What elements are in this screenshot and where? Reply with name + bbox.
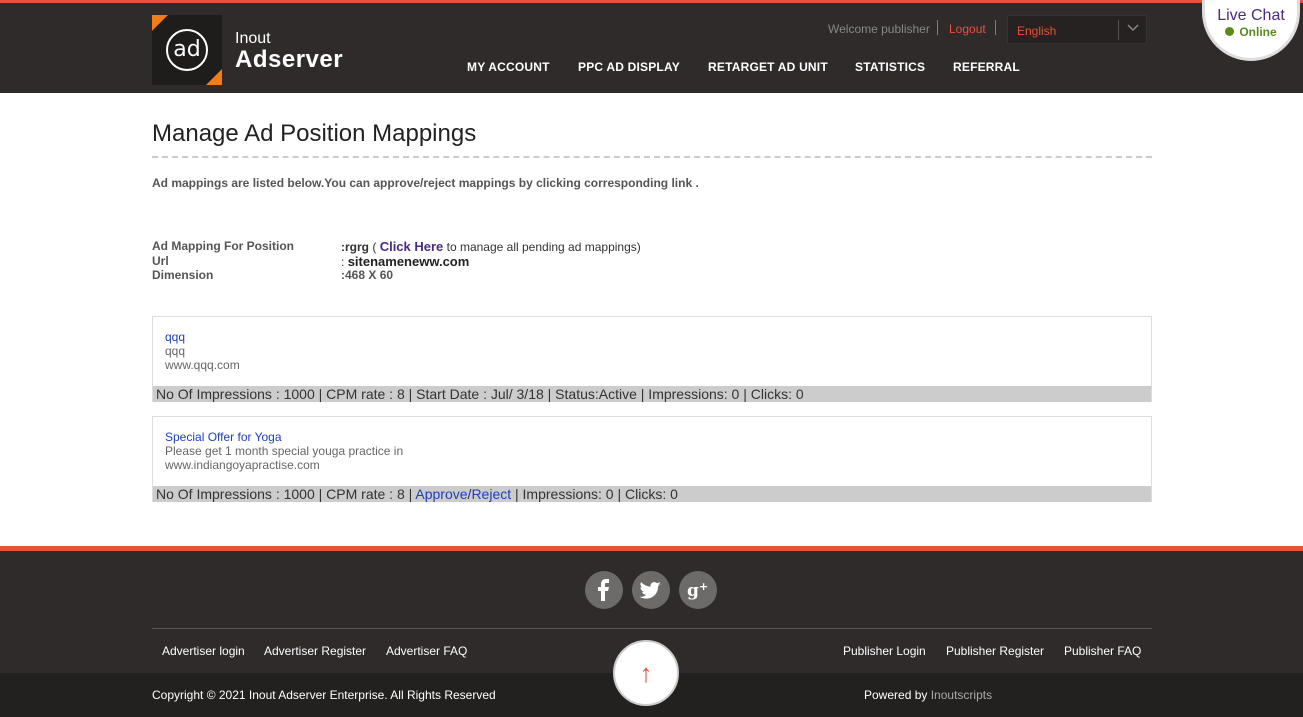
- nav-statistics[interactable]: STATISTICS: [855, 60, 925, 74]
- dimension-label: Dimension: [152, 268, 214, 282]
- header-separator: [937, 20, 938, 35]
- ad-stats-text: No Of Impressions : 1000 | CPM rate : 8 …: [156, 486, 416, 502]
- live-chat-title: Live Chat: [1217, 7, 1285, 24]
- google-plus-icon[interactable]: g +: [679, 571, 717, 609]
- powered-by-brand-link[interactable]: Inoutscripts: [931, 688, 992, 702]
- footer-link-publisher-faq[interactable]: Publisher FAQ: [1064, 644, 1141, 658]
- title-divider: [152, 156, 1152, 158]
- ad-stats-text: No Of Impressions : 1000 | CPM rate : 8 …: [156, 386, 804, 402]
- paren-open: (: [372, 240, 377, 254]
- footer-link-publisher-login[interactable]: Publisher Login: [843, 644, 926, 658]
- footer-link-advertiser-register[interactable]: Advertiser Register: [264, 644, 366, 658]
- approve-link[interactable]: Approve: [415, 486, 467, 502]
- facebook-icon[interactable]: [585, 571, 623, 609]
- nav-my-account[interactable]: MY ACCOUNT: [467, 60, 550, 74]
- click-here-suffix: to manage all pending ad mappings): [446, 240, 641, 254]
- url-label: Url: [152, 254, 169, 268]
- ad-stats-bar: No Of Impressions : 1000 | CPM rate : 8 …: [153, 486, 1151, 502]
- live-chat-status: Online: [1205, 25, 1297, 39]
- copyright-text: Copyright © 2021 Inout Adserver Enterpri…: [152, 688, 496, 702]
- logo-corner-bottom: [206, 69, 222, 85]
- ad-card: qqq qqq www.qqq.com No Of Impressions : …: [152, 316, 1152, 402]
- welcome-text: Welcome publisher: [828, 22, 930, 36]
- nav-retarget-ad-unit[interactable]: RETARGET AD UNIT: [708, 60, 828, 74]
- intro-text: Ad mappings are listed below.You can app…: [152, 176, 699, 190]
- language-divider: [1118, 20, 1119, 40]
- ad-stats-bar: No Of Impressions : 1000 | CPM rate : 8 …: [153, 386, 1151, 402]
- language-select[interactable]: English: [1007, 15, 1147, 44]
- nav-ppc-ad-display[interactable]: PPC AD DISPLAY: [578, 60, 680, 74]
- footer-link-advertiser-faq[interactable]: Advertiser FAQ: [386, 644, 467, 658]
- footer-link-advertiser-login[interactable]: Advertiser login: [162, 644, 245, 658]
- ad-stats-suffix: | Impressions: 0 | Clicks: 0: [511, 486, 678, 502]
- footer-divider: [152, 628, 1152, 629]
- ad-display-url: www.indiangoyapractise.com: [165, 458, 320, 472]
- url-value: sitenameneww.com: [347, 254, 470, 269]
- position-value: :rgrg: [341, 240, 369, 254]
- position-label: Ad Mapping For Position: [152, 239, 294, 253]
- click-here-link[interactable]: Click Here: [380, 239, 444, 254]
- dimension-value: :468 X 60: [341, 268, 394, 282]
- twitter-icon[interactable]: [632, 571, 670, 609]
- ad-description: Please get 1 month special youga practic…: [165, 444, 404, 458]
- svg-text:+: +: [699, 580, 708, 593]
- logo-corner-top: [152, 15, 168, 31]
- logo-text[interactable]: Inout Adserver: [235, 31, 343, 73]
- logo[interactable]: ad: [152, 15, 222, 85]
- powered-by-label: Powered by: [864, 688, 928, 702]
- header: ad Inout Adserver Welcome publisher Logo…: [0, 0, 1303, 93]
- url-value-line: : sitenameneww.com: [341, 254, 469, 269]
- language-value: English: [1017, 24, 1057, 38]
- ad-description: qqq: [165, 344, 186, 358]
- powered-by-text: Powered by Inoutscripts: [864, 688, 992, 702]
- online-dot-icon: [1225, 27, 1235, 36]
- header-separator: [995, 20, 996, 35]
- live-chat-status-text: Online: [1239, 25, 1277, 39]
- reject-link[interactable]: Reject: [471, 486, 511, 502]
- logo-mark: ad: [166, 29, 208, 71]
- footer-link-publisher-register[interactable]: Publisher Register: [946, 644, 1044, 658]
- logo-text-top: Inout: [235, 30, 271, 47]
- ad-card: Special Offer for Yoga Please get 1 mont…: [152, 416, 1152, 502]
- chevron-down-icon: [1127, 21, 1139, 36]
- ad-title-link[interactable]: Special Offer for Yoga: [165, 430, 282, 444]
- logout-link[interactable]: Logout: [949, 22, 986, 36]
- page-title: Manage Ad Position Mappings: [152, 120, 477, 147]
- position-value-line: :rgrg ( Click Here to manage all pending…: [341, 239, 641, 254]
- scroll-to-top-button[interactable]: ↑: [613, 640, 679, 706]
- ad-title-link[interactable]: qqq: [165, 330, 185, 344]
- ad-display-url: www.qqq.com: [165, 358, 240, 372]
- live-chat-widget[interactable]: Live Chat Online: [1202, 0, 1300, 61]
- arrow-up-icon: ↑: [639, 658, 653, 688]
- svg-text:g: g: [687, 581, 699, 601]
- nav-referral[interactable]: REFERRAL: [953, 60, 1020, 74]
- logo-text-bottom: Adserver: [235, 46, 344, 73]
- url-separator: :: [341, 255, 345, 269]
